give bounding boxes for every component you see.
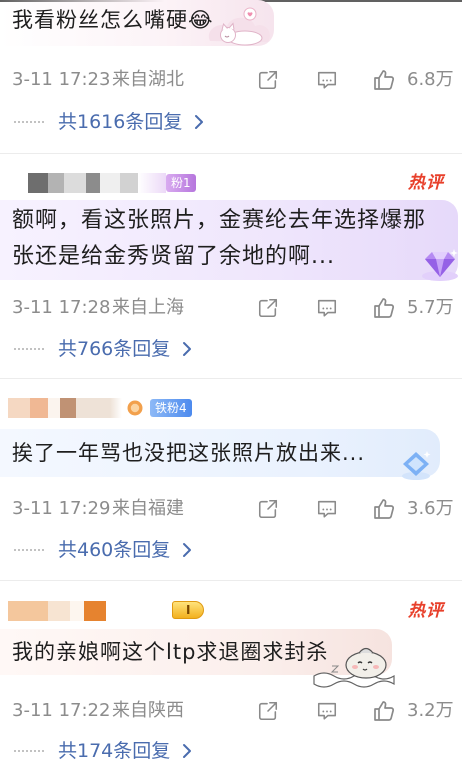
- reply-dots-divider: [14, 348, 44, 350]
- comment-meta: 3-11 17:28 来自上海 5.7万: [0, 297, 462, 319]
- comment-item: 我看粉丝怎么嘴硬😂 3-11 17:23 来自湖北 6.8万 共1616条回复: [0, 0, 462, 153]
- view-replies-link[interactable]: 共766条回复: [58, 337, 192, 361]
- comment-text: 我看粉丝怎么嘴硬😂: [12, 8, 214, 32]
- thumbs-up-icon[interactable]: [372, 497, 396, 521]
- chevron-right-icon: [182, 542, 192, 558]
- replies-count-label: 共174条回复: [58, 740, 171, 762]
- thumbs-up-icon[interactable]: [372, 699, 396, 723]
- replies-row: 共1616条回复: [0, 110, 462, 134]
- cat-cloud-sticker: [208, 7, 270, 46]
- comment-item: I 热评 我的亲娘啊这个ltp求退圈求封杀 3-11 17:22 来自陕西 3.…: [0, 588, 462, 776]
- blue-diamond-sticker: [402, 451, 431, 480]
- fan-medal-icon: [127, 400, 143, 416]
- like-count[interactable]: 3.2万: [407, 700, 454, 722]
- comment-icon[interactable]: [316, 498, 338, 520]
- comment-item: 粉1 热评 额啊，看这张照片，金赛纶去年选择爆那 张还是给金秀贤留了余地的啊..…: [0, 160, 462, 378]
- comment-time: 3-11 17:29: [12, 498, 111, 519]
- hot-comment-badge: 热评: [408, 601, 444, 621]
- reply-dots-divider: [14, 121, 44, 123]
- comment-item: 铁粉4 挨了一年骂也没把这张照片放出来... 3-11 17:29 来自福建 3…: [0, 386, 462, 580]
- replies-row: 共460条回复: [0, 538, 462, 562]
- comment-time: 3-11 17:23: [12, 69, 111, 90]
- replies-row: 共766条回复: [0, 337, 462, 361]
- replies-count-label: 共1616条回复: [58, 111, 183, 133]
- comment-meta: 3-11 17:29 来自福建 3.6万: [0, 498, 462, 520]
- replies-count-label: 共766条回复: [58, 338, 171, 360]
- share-icon[interactable]: [257, 700, 279, 722]
- comment-text: 挨了一年骂也没把这张照片放出来...: [12, 441, 366, 465]
- like-count[interactable]: 3.6万: [407, 498, 454, 520]
- comment-icon[interactable]: [316, 69, 338, 91]
- view-replies-link[interactable]: 共1616条回复: [58, 110, 204, 134]
- thumbs-up-icon[interactable]: [372, 296, 396, 320]
- reply-dots-divider: [14, 549, 44, 551]
- comment-time: 3-11 17:22: [12, 700, 111, 721]
- replies-count-label: 共460条回复: [58, 539, 171, 561]
- comment-location: 来自陕西: [112, 700, 184, 721]
- purple-diamond-sticker: [422, 249, 458, 281]
- share-icon[interactable]: [257, 498, 279, 520]
- fan-level-badge[interactable]: 粉1: [166, 174, 196, 192]
- comment-divider: [0, 378, 462, 379]
- comment-text-line: 张还是给金秀贤留了余地的啊...: [12, 244, 335, 269]
- share-icon[interactable]: [257, 69, 279, 91]
- comment-time: 3-11 17:28: [12, 297, 111, 318]
- chevron-right-icon: [182, 341, 192, 357]
- hot-comment-badge: 热评: [408, 173, 444, 193]
- like-count[interactable]: 6.8万: [407, 69, 454, 91]
- thumbs-up-icon[interactable]: [372, 68, 396, 92]
- share-icon[interactable]: [257, 297, 279, 319]
- comment-icon[interactable]: [316, 297, 338, 319]
- replies-row: 共174条回复: [0, 739, 462, 763]
- like-count[interactable]: 5.7万: [407, 297, 454, 319]
- sleeping-character-sticker: [313, 647, 395, 688]
- comment-icon[interactable]: [316, 700, 338, 722]
- comment-meta: 3-11 17:23 来自湖北 6.8万: [0, 69, 462, 91]
- reply-dots-divider: [14, 750, 44, 752]
- comment-location: 来自湖北: [112, 69, 184, 90]
- chevron-right-icon: [194, 114, 204, 130]
- comment-divider: [0, 580, 462, 581]
- view-replies-link[interactable]: 共460条回复: [58, 538, 192, 562]
- chevron-right-icon: [182, 743, 192, 759]
- comment-text: 我的亲娘啊这个ltp求退圈求封杀: [12, 640, 329, 664]
- comment-location: 来自福建: [112, 498, 184, 519]
- level-badge[interactable]: I: [172, 601, 205, 619]
- iron-fan-badge[interactable]: 铁粉4: [150, 399, 192, 417]
- view-replies-link[interactable]: 共174条回复: [58, 739, 192, 763]
- comment-location: 来自上海: [112, 297, 184, 318]
- comment-text-line: 额啊，看这张照片，金赛纶去年选择爆那: [12, 208, 427, 233]
- comment-divider: [0, 153, 462, 154]
- comment-meta: 3-11 17:22 来自陕西 3.2万: [0, 700, 462, 722]
